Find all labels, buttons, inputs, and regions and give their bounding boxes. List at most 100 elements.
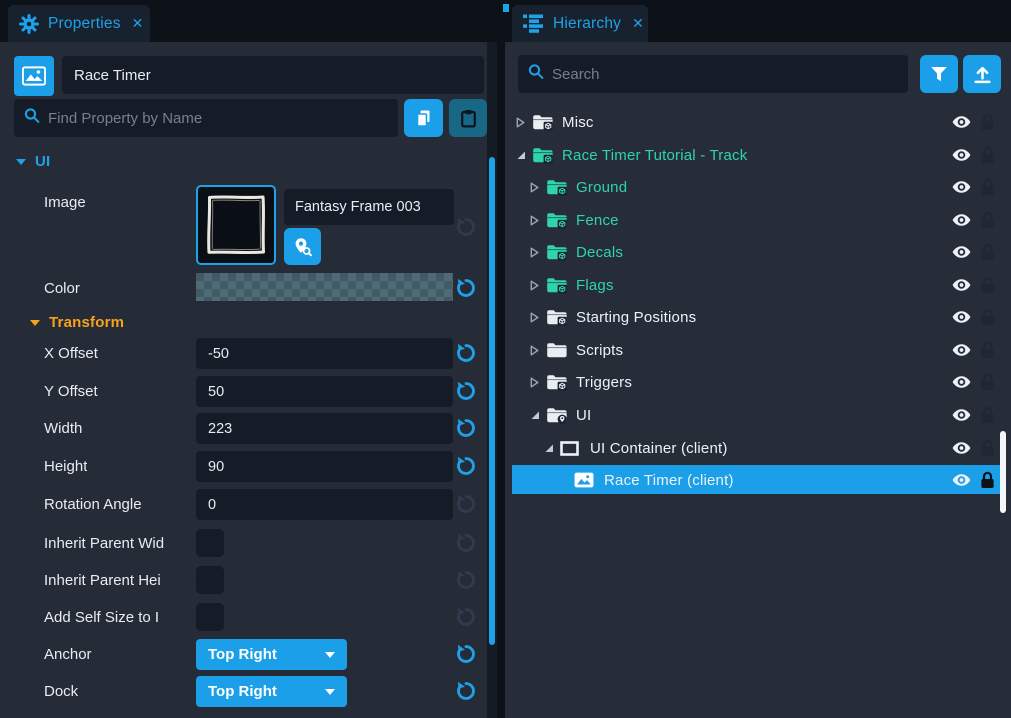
visibility-eye-icon[interactable] — [952, 181, 971, 194]
image-thumbnail[interactable] — [196, 185, 276, 265]
hierarchy-search-input[interactable] — [518, 55, 908, 93]
tree-item[interactable]: Misc — [505, 106, 1011, 138]
tree-item[interactable]: Fence — [505, 204, 1011, 236]
expander-expanded-icon[interactable] — [544, 443, 560, 453]
reset-icon[interactable] — [455, 680, 477, 702]
expander-collapsed-icon[interactable] — [530, 312, 546, 323]
visibility-eye-icon[interactable] — [952, 116, 971, 129]
folder-icon — [546, 341, 567, 359]
tree-item[interactable]: Scripts — [505, 334, 1011, 366]
tree-item[interactable]: Flags — [505, 269, 1011, 301]
properties-scrollbar[interactable] — [489, 157, 495, 645]
section-title: Transform — [49, 314, 124, 331]
find-asset-pin-icon[interactable] — [284, 228, 321, 265]
expander-expanded-icon[interactable] — [530, 410, 546, 420]
visibility-eye-icon[interactable] — [952, 246, 971, 259]
field-input[interactable] — [196, 451, 453, 482]
field-input[interactable] — [196, 338, 453, 369]
lock-icon[interactable] — [980, 243, 995, 261]
lock-icon[interactable] — [980, 341, 995, 359]
visibility-eye-icon[interactable] — [952, 149, 971, 162]
reset-icon[interactable] — [455, 342, 477, 364]
lock-icon[interactable] — [980, 276, 995, 294]
paste-properties-button[interactable] — [449, 99, 487, 137]
lock-icon[interactable] — [980, 439, 995, 457]
checkbox-unchecked[interactable] — [196, 603, 224, 631]
tree-item[interactable]: Race Timer (client) — [505, 464, 1011, 496]
reset-icon[interactable] — [455, 532, 477, 554]
visibility-eye-icon[interactable] — [952, 409, 971, 422]
tree-item[interactable]: UI Container (client) — [505, 432, 1011, 464]
expander-collapsed-icon[interactable] — [530, 280, 546, 291]
reset-icon[interactable] — [455, 216, 477, 238]
property-search-input[interactable] — [14, 99, 398, 137]
reset-icon[interactable] — [455, 455, 477, 477]
visibility-eye-icon[interactable] — [952, 376, 971, 389]
field-label: Inherit Parent Hei — [44, 572, 161, 589]
hierarchy-scrollbar[interactable] — [1000, 431, 1006, 513]
lock-icon[interactable] — [980, 113, 995, 131]
expander-collapsed-icon[interactable] — [530, 182, 546, 193]
copy-properties-button[interactable] — [404, 99, 443, 137]
expander-collapsed-icon[interactable] — [530, 247, 546, 258]
tree-item[interactable]: Race Timer Tutorial - Track — [505, 139, 1011, 171]
field-label: X Offset — [44, 345, 98, 362]
section-ui-header[interactable]: UI — [16, 153, 50, 170]
close-icon[interactable]: ✕ — [132, 15, 144, 32]
visibility-eye-icon[interactable] — [952, 442, 971, 455]
expander-collapsed-icon[interactable] — [530, 377, 546, 388]
lock-icon[interactable] — [980, 211, 995, 229]
lock-icon[interactable] — [980, 406, 995, 424]
reset-icon[interactable] — [455, 569, 477, 591]
color-label: Color — [44, 280, 80, 297]
filter-funnel-icon[interactable] — [920, 55, 958, 93]
field-label: Anchor — [44, 646, 92, 663]
visibility-eye-icon[interactable] — [952, 311, 971, 324]
visibility-eye-icon[interactable] — [952, 279, 971, 292]
reset-icon[interactable] — [455, 493, 477, 515]
section-transform-header[interactable]: Transform — [30, 314, 124, 331]
visibility-eye-icon[interactable] — [952, 344, 971, 357]
object-name-input[interactable] — [62, 56, 484, 94]
color-swatch[interactable] — [196, 273, 453, 301]
export-upload-icon[interactable] — [963, 55, 1001, 93]
lock-icon[interactable] — [980, 373, 995, 391]
object-type-image-icon[interactable] — [14, 56, 54, 96]
reset-icon[interactable] — [455, 417, 477, 439]
tab-properties[interactable]: Properties ✕ — [8, 5, 150, 42]
tree-item[interactable]: Ground — [505, 171, 1011, 203]
lock-icon[interactable] — [980, 146, 995, 164]
lock-icon[interactable] — [980, 308, 995, 326]
tab-hierarchy[interactable]: Hierarchy ✕ — [512, 5, 648, 42]
field-label: Add Self Size to I — [44, 609, 159, 626]
tree-item[interactable]: Starting Positions — [505, 301, 1011, 333]
dropdown-dock[interactable]: Top Right — [196, 676, 347, 707]
field-input[interactable] — [196, 376, 453, 407]
checkbox-unchecked[interactable] — [196, 529, 224, 557]
visibility-eye-icon[interactable] — [952, 474, 971, 487]
field-input[interactable] — [196, 413, 453, 444]
lock-icon[interactable] — [980, 178, 995, 196]
expander-collapsed-icon[interactable] — [530, 215, 546, 226]
expander-collapsed-icon[interactable] — [530, 345, 546, 356]
search-icon — [24, 108, 40, 129]
tree-item[interactable]: UI — [505, 399, 1011, 431]
field-label: Height — [44, 458, 87, 475]
reset-icon[interactable] — [455, 643, 477, 665]
image-asset-name[interactable]: Fantasy Frame 003 — [284, 189, 454, 225]
tree-item[interactable]: Decals — [505, 236, 1011, 268]
tree-item[interactable]: Triggers — [505, 366, 1011, 398]
field-input[interactable] — [196, 489, 453, 520]
chevron-down-icon — [30, 320, 40, 326]
folder-pin-icon — [546, 406, 567, 424]
expander-expanded-icon[interactable] — [516, 150, 532, 160]
dropdown-anchor[interactable]: Top Right — [196, 639, 347, 670]
visibility-eye-icon[interactable] — [952, 214, 971, 227]
reset-icon[interactable] — [455, 277, 477, 299]
expander-collapsed-icon[interactable] — [516, 117, 532, 128]
reset-icon[interactable] — [455, 380, 477, 402]
checkbox-unchecked[interactable] — [196, 566, 224, 594]
close-icon[interactable]: ✕ — [632, 15, 644, 32]
reset-icon[interactable] — [455, 606, 477, 628]
lock-icon[interactable] — [980, 471, 995, 489]
